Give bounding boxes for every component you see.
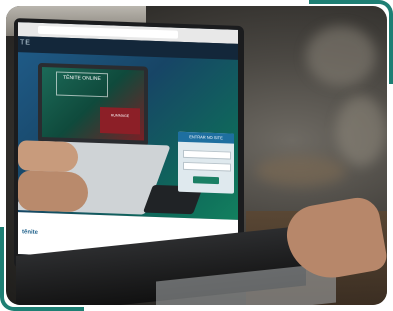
login-button [193,176,219,185]
frame-corner-top-right [309,0,393,84]
login-title: ENTRAR NO SITE [178,131,234,144]
hero-red-panel: RUMMAGE [100,107,140,135]
background-bokeh [336,96,386,166]
hero-logo: TÊNITE ONLINE [56,71,108,98]
background-bokeh [256,156,346,186]
login-username-field [183,149,231,160]
frame-corner-bottom-left [0,227,84,311]
laptop-screen: TE TÊNITE ONLINE RUMMAGE ENTRAR NO SITE … [18,22,238,262]
login-password-field [183,161,231,172]
hero-hand [18,170,88,213]
site-header-logo: TE [20,39,31,47]
hero-hand [18,140,78,173]
